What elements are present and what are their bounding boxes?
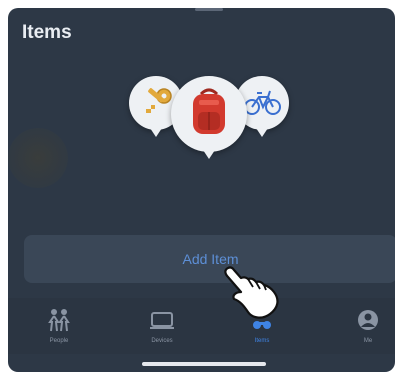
tab-devices-label: Devices — [151, 338, 173, 344]
top-grabber — [195, 8, 223, 11]
pointing-hand-icon — [224, 266, 279, 319]
tab-devices[interactable]: Devices — [132, 298, 192, 354]
item-pin-backpack[interactable] — [171, 76, 247, 159]
app-screen: Items Add Item People Devices Items Me — [8, 8, 395, 372]
add-item-button[interactable]: Add Item — [24, 235, 395, 283]
tab-bar: People Devices Items Me — [8, 298, 395, 354]
devices-icon — [150, 312, 174, 329]
map-glow — [8, 128, 68, 188]
tab-people[interactable]: People — [29, 298, 89, 354]
tab-people-label: People — [49, 338, 69, 344]
backpack-icon — [193, 88, 225, 134]
tab-items-label: Items — [254, 338, 270, 344]
tab-me-label: Me — [363, 338, 373, 344]
person-icon — [358, 310, 378, 330]
tab-me[interactable]: Me — [338, 298, 395, 354]
page-title: Items — [22, 22, 72, 43]
people-icon — [48, 309, 70, 332]
home-indicator — [142, 362, 266, 366]
